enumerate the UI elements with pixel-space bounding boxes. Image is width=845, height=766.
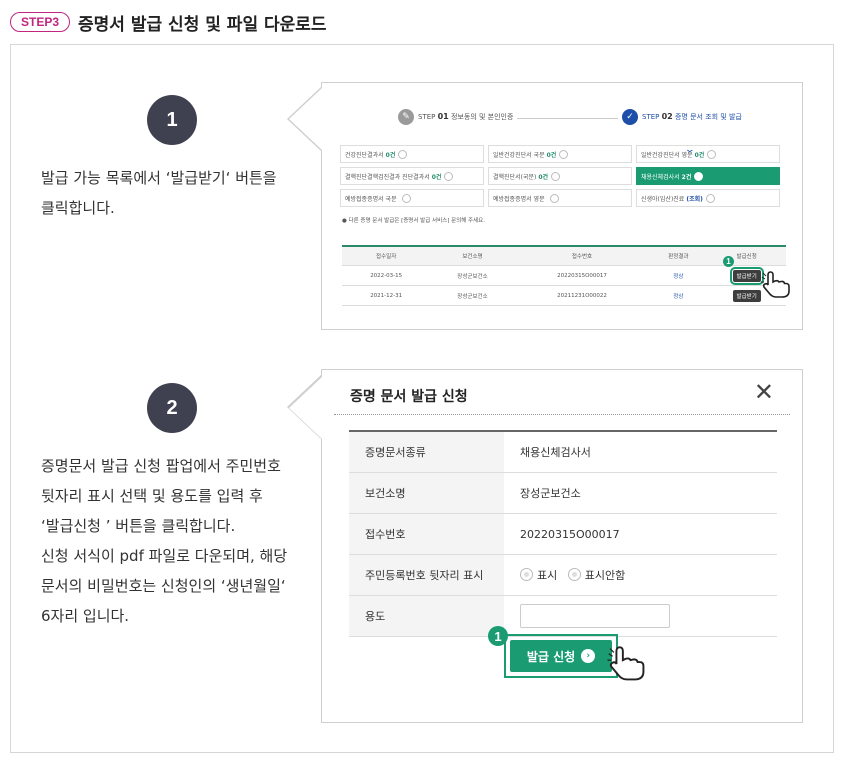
table-row: 접수번호 20220315O00017: [349, 513, 777, 555]
description-line: 신청 서식이 pdf 파일로 다운되며, 해당: [41, 547, 288, 565]
radio-label: 표시안함: [584, 569, 626, 582]
cell-number: 20220315O00017: [514, 265, 650, 286]
pointer-hand-icon: [761, 271, 790, 298]
screenshot-issue-popup: 증명 문서 발급 신청 ✕ 증명문서종류 채용신체검사서 보건소명 장성군보건소…: [289, 369, 803, 723]
category-cell[interactable]: 결핵진단서(국문) 0건: [488, 167, 632, 185]
category-cell[interactable]: 신생아(임산)진료 (조회): [636, 189, 780, 207]
table-row: 주민등록번호 뒷자리 표시 표시 표시안함: [349, 554, 777, 596]
field-label: 증명문서종류: [349, 431, 504, 473]
check-icon: [707, 149, 717, 159]
arrow-right-icon: ›: [581, 649, 596, 663]
radio-hide[interactable]: [567, 568, 581, 581]
field-label: 용도: [349, 595, 504, 637]
description-line: 발급 가능 목록에서 ‘발급받기‘ 버튼을: [41, 169, 277, 187]
cell-result: 정상: [649, 285, 708, 306]
table-row: 2021-12-31 장성군보건소 20211231O00022 정상 발급받기: [342, 285, 786, 306]
description-line: ‘발급신청 ’ 버튼을 클릭합니다.: [41, 517, 236, 535]
step-progress: ✎ STEP 01 정보동의 및 본인인증 ✓ STEP 02 증명 문서 조회…: [340, 105, 800, 155]
check-icon: [694, 171, 704, 181]
pointer-arrow-inner: [289, 88, 322, 150]
field-value: 채용신체검사서: [504, 431, 777, 473]
description-line: 문서의 비밀번호는 신청인의 ‘생년월일‘: [41, 577, 286, 595]
popup-title: 증명 문서 발급 신청: [350, 389, 468, 405]
description-line: 6자리 입니다.: [41, 607, 130, 625]
field-label: 주민등록번호 뒷자리 표시: [349, 554, 504, 596]
use-input[interactable]: [520, 604, 670, 628]
cell-date: 2021-12-31: [342, 285, 431, 306]
edit-icon: ✎: [398, 109, 414, 125]
category-cell[interactable]: 예방접종증명서 국문: [340, 189, 484, 207]
step-number-circle: 2: [147, 383, 197, 433]
check-icon: [444, 171, 454, 181]
category-cell-selected[interactable]: 채용신체검사서 2건: [636, 167, 780, 185]
description-line: 증명문서 발급 신청 팝업에서 주민번호: [41, 457, 281, 475]
table-row: 용도: [349, 595, 777, 637]
apply-highlight: 발급 신청 ›: [504, 634, 618, 678]
cell-date: 2022-03-15: [342, 265, 431, 286]
column-header: 접수일자: [342, 246, 431, 266]
category-cell[interactable]: 일반건강진단서 영문 0건: [636, 145, 780, 163]
table-row: 2022-03-15 장성군보건소 20220315O00017 정상 발급받기: [342, 265, 786, 286]
column-header: 발급신청: [707, 246, 786, 266]
check-icon: [398, 149, 408, 159]
cell-result: 정상: [649, 265, 708, 286]
popup-form-table: 증명문서종류 채용신체검사서 보건소명 장성군보건소 접수번호 20220315…: [349, 430, 777, 637]
pointer-hand-icon: [607, 646, 645, 681]
category-cell[interactable]: 예방접종증명서 영문: [488, 189, 632, 207]
field-value: 장성군보건소: [504, 472, 777, 514]
apply-label: 발급 신청: [526, 649, 576, 664]
field-value: 20220315O00017: [504, 513, 777, 555]
category-cell[interactable]: 일반건강진단서 국문 0건: [488, 145, 632, 163]
radio-show[interactable]: [520, 568, 533, 581]
cell-center: 장성군보건소: [430, 265, 515, 286]
description-line: 클릭합니다.: [41, 199, 115, 217]
category-cell[interactable]: 결핵진단결핵검진결과 진단결과서 0건: [340, 167, 484, 185]
cell-center: 장성군보건소: [430, 285, 515, 306]
pointer-arrow-inner: [289, 377, 322, 439]
step2-description-note: 신청 서식이 pdf 파일로 다운되며, 해당 문서의 비밀번호는 신청인의 ‘…: [41, 541, 287, 631]
step-02: ✓ STEP 02 증명 문서 조회 및 발급: [618, 109, 746, 125]
issue-button[interactable]: 발급받기: [732, 289, 761, 302]
use-field-cell: [504, 595, 777, 637]
step-01: ✎ STEP 01 정보동의 및 본인인증: [394, 109, 518, 125]
divider: [334, 414, 790, 415]
callout-badge: 1: [723, 256, 734, 267]
radio-label: 표시: [537, 569, 558, 582]
step-badge: STEP3: [10, 12, 71, 32]
rrn-radio-group: 표시 표시안함: [504, 554, 777, 596]
column-header: 보건소명: [430, 246, 515, 266]
check-icon: [551, 171, 561, 181]
check-icon: [705, 193, 715, 203]
cell-number: 20211231O00022: [514, 285, 650, 306]
screenshot-document-list: ✎ STEP 01 정보동의 및 본인인증 ✓ STEP 02 증명 문서 조회…: [289, 82, 803, 330]
table-header-row: 접수일자 보건소명 접수번호 판정결과 발급신청: [342, 246, 786, 266]
check-icon: ✓: [622, 109, 638, 125]
close-icon[interactable]: ✕: [754, 378, 774, 406]
step1-description: 발급 가능 목록에서 ‘발급받기‘ 버튼을 클릭합니다.: [41, 163, 277, 223]
column-header: 접수번호: [514, 246, 650, 266]
table-row: 증명문서종류 채용신체검사서: [349, 431, 777, 473]
table-row: 보건소명 장성군보건소: [349, 472, 777, 514]
field-label: 접수번호: [349, 513, 504, 555]
apply-button[interactable]: 발급 신청 ›: [510, 640, 612, 672]
category-cell[interactable]: 건강진단결과서 0건: [340, 145, 484, 163]
description-line: 뒷자리 표시 선택 및 용도를 입력 후: [41, 487, 263, 505]
step-header: STEP3 증명서 발급 신청 및 파일 다운로드: [10, 8, 327, 36]
page-title: 증명서 발급 신청 및 파일 다운로드: [78, 14, 327, 35]
step2-description: 증명문서 발급 신청 팝업에서 주민번호 뒷자리 표시 선택 및 용도를 입력 …: [41, 451, 281, 541]
check-icon: [401, 193, 411, 203]
guide-frame: 1 발급 가능 목록에서 ‘발급받기‘ 버튼을 클릭합니다. ✎ STEP 01…: [10, 44, 834, 753]
column-header: 판정결과: [649, 246, 708, 266]
document-table: 접수일자 보건소명 접수번호 판정결과 발급신청 2022-03-15 장성군보…: [342, 245, 786, 306]
check-icon: [549, 193, 559, 203]
field-label: 보건소명: [349, 472, 504, 514]
check-icon: [559, 149, 569, 159]
step-number-circle: 1: [147, 95, 197, 145]
notice-text: ● 다른 증명 문서 발급은 [증명서 발급 서비스] 문의해 주세요.: [342, 218, 485, 224]
issue-button[interactable]: 발급받기: [729, 266, 764, 285]
